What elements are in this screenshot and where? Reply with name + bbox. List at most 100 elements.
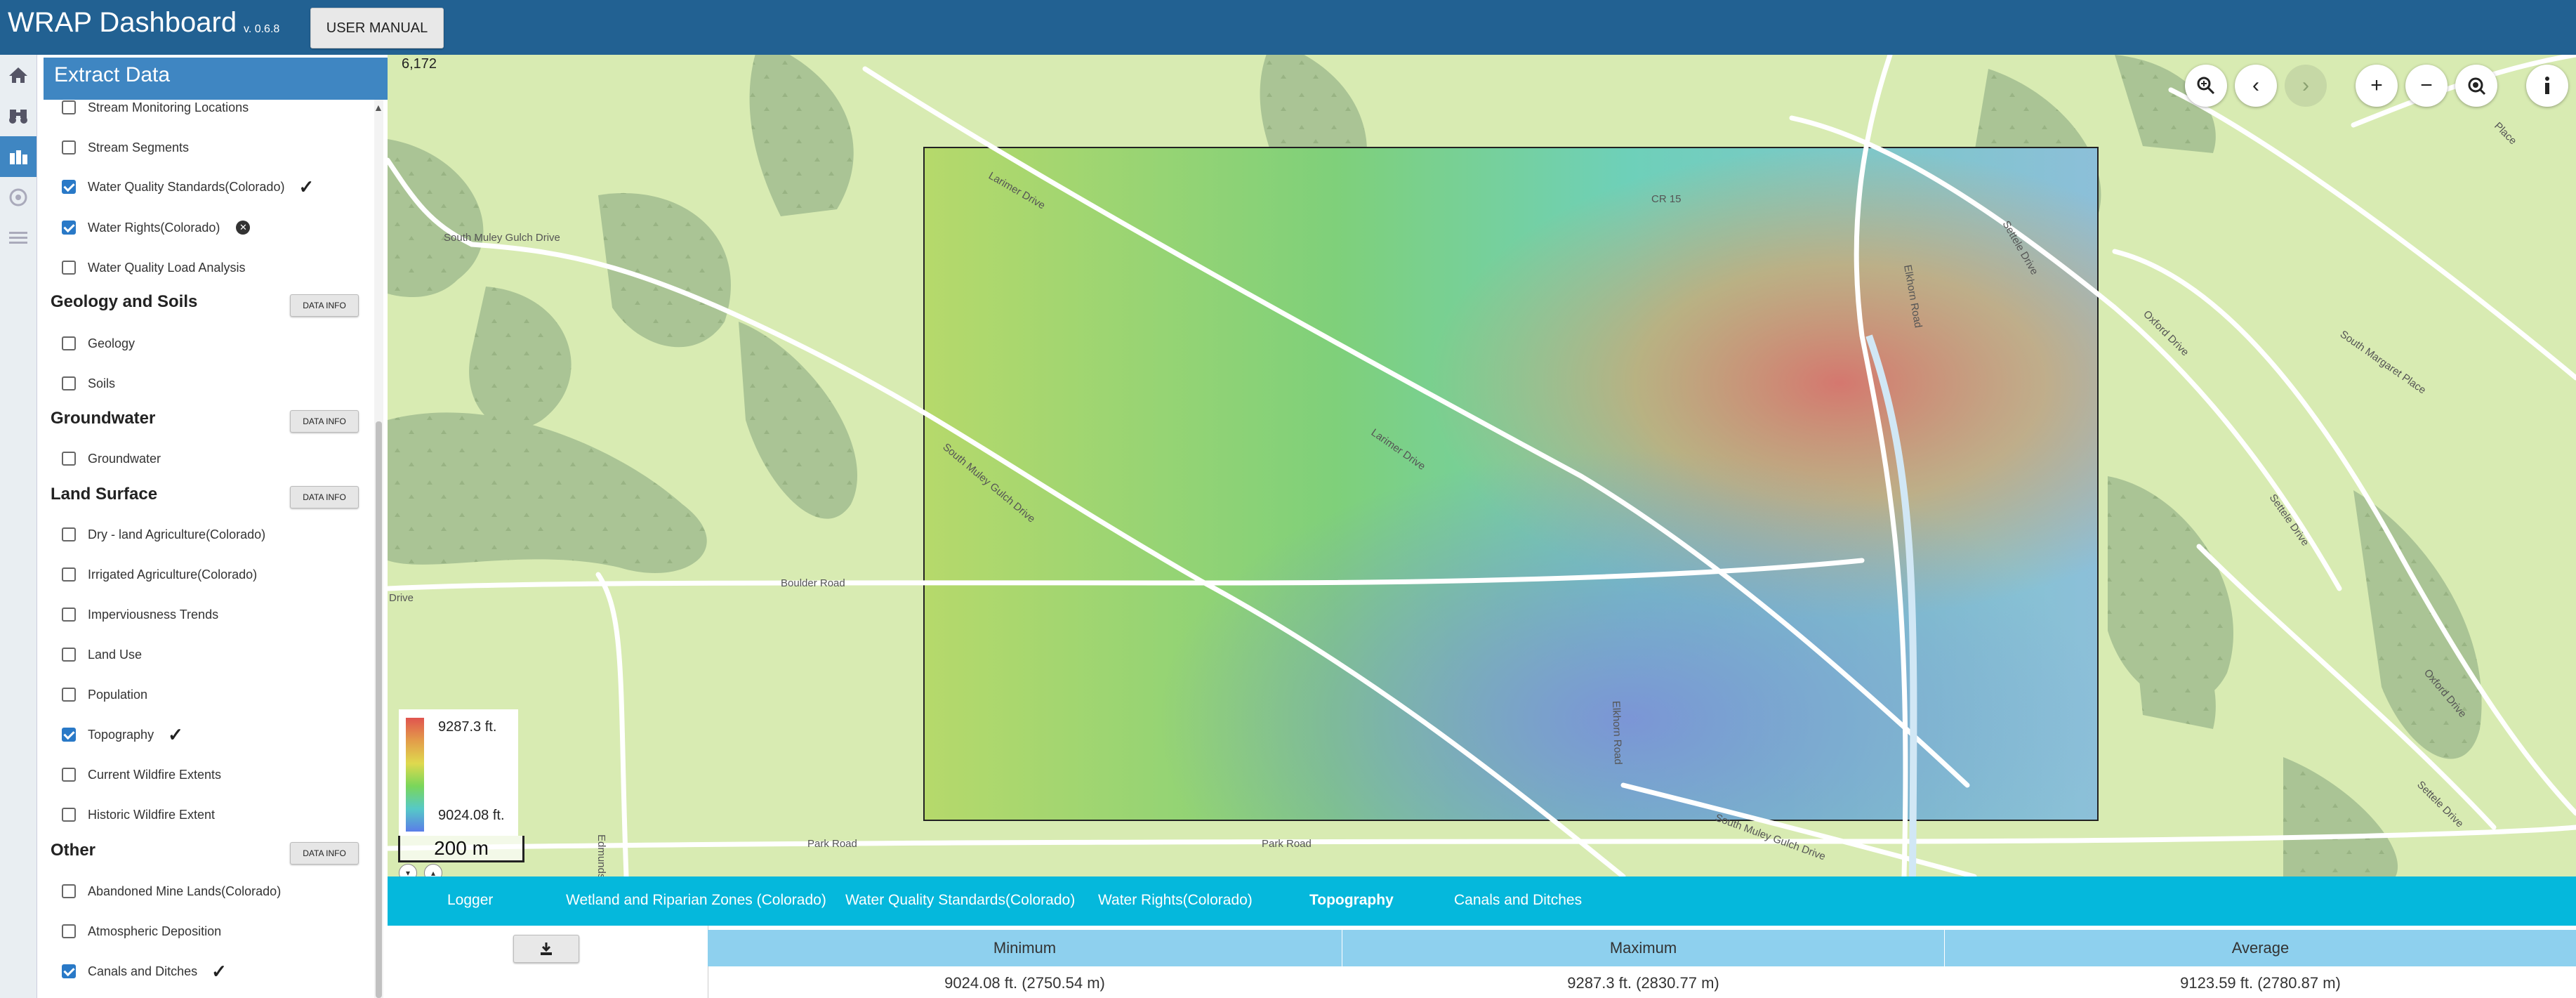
layer-row[interactable]: Water Quality Load Analysis — [62, 257, 245, 278]
layer-checkbox[interactable] — [62, 808, 76, 822]
layer-checkbox[interactable] — [62, 261, 76, 275]
layer-checkbox[interactable] — [62, 884, 76, 898]
layer-row[interactable]: Soils — [62, 373, 115, 394]
cell-minimum: 9024.08 ft. (2750.54 m) — [944, 973, 1105, 992]
layer-checkbox[interactable] — [62, 608, 76, 622]
column-header-maximum: Maximum — [1342, 930, 1945, 966]
map-canvas[interactable]: South Muley Gulch Drive Larimer Drive La… — [388, 55, 2576, 876]
layer-row[interactable]: Current Wildfire Extents — [62, 764, 221, 785]
layer-label: Land Use — [88, 647, 143, 662]
column-header-average: Average — [1945, 930, 2576, 966]
layer-checkbox[interactable] — [62, 527, 76, 541]
section-title: Land Surface — [51, 485, 158, 504]
layer-checkbox[interactable] — [62, 100, 76, 114]
layer-checkbox[interactable] — [62, 768, 76, 782]
layer-row[interactable]: Geology — [62, 333, 135, 354]
layer-row[interactable]: Atmospheric Deposition — [62, 921, 221, 942]
tab-water-quality-standards[interactable]: Water Quality Standards(Colorado) — [845, 892, 1075, 909]
extract-data-icon[interactable] — [0, 136, 37, 177]
section-title: Geology and Soils — [51, 292, 198, 311]
data-info-button[interactable]: DATA INFO — [290, 410, 359, 433]
panel-scroll-thumb[interactable] — [376, 421, 382, 998]
info-icon[interactable] — [2526, 65, 2568, 107]
layer-checkbox[interactable] — [62, 567, 76, 582]
layer-label: Canals and Ditches — [88, 964, 198, 978]
layer-checkbox[interactable] — [62, 688, 76, 702]
user-manual-button[interactable]: USER MANUAL — [310, 8, 444, 48]
layer-row[interactable]: Population — [62, 684, 147, 705]
tab-logger[interactable]: Logger — [447, 892, 493, 909]
data-info-button[interactable]: DATA INFO — [290, 486, 359, 508]
road-label: Settele Drive — [2267, 492, 2311, 549]
layer-checkbox[interactable] — [62, 648, 76, 662]
layer-label: Abandoned Mine Lands(Colorado) — [88, 884, 282, 898]
target-icon[interactable] — [0, 177, 37, 218]
section-title: Groundwater — [51, 409, 156, 428]
scroll-up-icon[interactable]: ▲ — [374, 102, 383, 113]
home-icon[interactable] — [0, 55, 37, 96]
layer-label: Soils — [88, 376, 116, 390]
tab-topography[interactable]: Topography — [1309, 892, 1394, 909]
download-icon — [541, 943, 552, 955]
app-version: v. 0.6.8 — [244, 23, 280, 35]
layer-checkbox[interactable] — [62, 376, 76, 390]
check-icon: ✓ — [211, 960, 227, 982]
cell-average: 9123.59 ft. (2780.87 m) — [2180, 973, 2341, 992]
layer-checkbox[interactable] — [62, 180, 76, 194]
layer-row[interactable]: Topography ✓ — [62, 724, 183, 745]
binoculars-icon[interactable] — [0, 96, 37, 136]
app-title: WRAP Dashboard — [8, 7, 237, 38]
road-label: Settele Drive — [2415, 779, 2466, 830]
legend-max-value: 9287.3 ft. — [438, 719, 497, 735]
layer-row[interactable]: Stream Segments — [62, 137, 189, 158]
layer-row[interactable]: Imperviousness Trends — [62, 604, 218, 625]
zoom-in-icon[interactable]: + — [2356, 65, 2398, 107]
coordinate-readout: 6,172 — [402, 56, 437, 72]
layer-row[interactable]: Groundwater — [62, 448, 161, 469]
scale-bar: 200 m — [398, 836, 524, 862]
check-icon: ✓ — [298, 176, 315, 197]
elevation-legend: 9287.3 ft. 9024.08 ft. — [399, 709, 518, 836]
layer-row[interactable]: Historic Wildfire Extent — [62, 804, 215, 825]
layer-row[interactable]: Land Use — [62, 644, 142, 665]
layer-row[interactable]: Abandoned Mine Lands(Colorado) — [62, 881, 281, 902]
section-title: Other — [51, 841, 96, 860]
road-label: Elkhorn Road — [1610, 701, 1624, 765]
road-label: Park Road — [807, 838, 857, 850]
zoom-out-icon[interactable]: − — [2405, 65, 2448, 107]
layer-label: Water Quality Load Analysis — [88, 260, 246, 275]
forward-icon[interactable]: › — [2285, 65, 2327, 107]
tab-wetland-riparian[interactable]: Wetland and Riparian Zones (Colorado) — [566, 892, 826, 909]
layer-row[interactable]: Water Quality Standards(Colorado) ✓ — [62, 176, 314, 197]
road-label: Boulder Road — [781, 577, 845, 589]
layer-checkbox[interactable] — [62, 728, 76, 742]
data-info-button[interactable]: DATA INFO — [290, 842, 359, 865]
layer-checkbox[interactable] — [62, 924, 76, 938]
layer-checkbox[interactable] — [62, 452, 76, 466]
layer-label: Water Quality Standards(Colorado) — [88, 179, 285, 194]
layer-row[interactable]: Stream Monitoring Locations — [62, 97, 249, 118]
road-label: Place — [2492, 120, 2519, 147]
zoom-extent-icon[interactable] — [2455, 65, 2497, 107]
zoom-area-icon[interactable] — [2185, 65, 2227, 107]
layer-checkbox[interactable] — [62, 140, 76, 155]
tab-canals-ditches[interactable]: Canals and Ditches — [1454, 892, 1582, 909]
road-label: South Margaret Place — [2338, 328, 2429, 396]
layer-row[interactable]: Canals and Ditches ✓ — [62, 961, 227, 982]
road-label: Oxford Drive — [2141, 308, 2191, 359]
layer-label: Topography — [88, 727, 154, 742]
download-button[interactable] — [513, 935, 579, 963]
layer-checkbox[interactable] — [62, 336, 76, 350]
legend-min-value: 9024.08 ft. — [438, 808, 505, 823]
layer-row[interactable]: Water Rights(Colorado) ✕ — [62, 217, 251, 238]
layer-checkbox[interactable] — [62, 964, 76, 978]
back-icon[interactable]: ‹ — [2235, 65, 2277, 107]
layer-row[interactable]: Dry - land Agriculture(Colorado) — [62, 524, 265, 545]
layer-checkbox[interactable] — [62, 221, 76, 235]
error-icon[interactable]: ✕ — [236, 221, 251, 235]
cell-maximum: 9287.3 ft. (2830.77 m) — [1567, 973, 1719, 992]
tab-water-rights[interactable]: Water Rights(Colorado) — [1098, 892, 1253, 909]
data-info-button[interactable]: DATA INFO — [290, 294, 359, 317]
list-icon[interactable] — [0, 218, 37, 258]
layer-row[interactable]: Irrigated Agriculture(Colorado) — [62, 564, 257, 585]
